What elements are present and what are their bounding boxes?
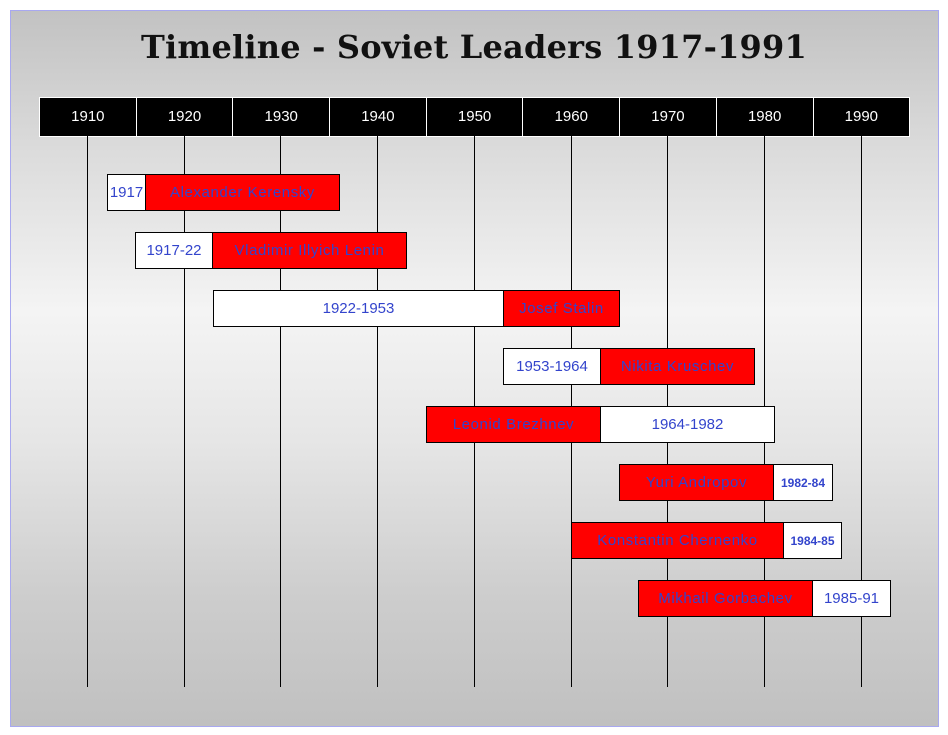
decade-label: 1960 <box>523 98 621 136</box>
leader-years-box: 1917-22 <box>135 232 213 269</box>
leader-name-box: Vladimir Illyich Lenin <box>212 232 407 269</box>
decade-label: 1980 <box>717 98 814 136</box>
decade-label: 1990 <box>844 108 879 125</box>
decade-label: 1970 <box>620 98 717 136</box>
decade-label: 1910 <box>40 98 137 136</box>
leader-name-box: Josef Stalin <box>503 290 620 327</box>
leader-years-box: 1984-85 <box>783 522 842 559</box>
leader-name-box: Nikita Kruschev <box>600 348 755 385</box>
leader-years-box: 1985-91 <box>812 580 891 617</box>
decade-header: 1910 1920 1930 1940 1950 1960 1970 1980 … <box>39 97 911 137</box>
decade-gridline <box>184 136 185 687</box>
decade-gridline <box>377 136 378 687</box>
leader-years-box: 1917 <box>107 174 146 211</box>
leader-name-box: Yuri Andropov <box>619 464 774 501</box>
decade-gridline <box>280 136 281 687</box>
decade-label: 1940 <box>330 98 427 136</box>
leader-name-box: Leonid Brezhnev <box>426 406 601 443</box>
decade-label: 1920 <box>137 98 234 136</box>
leader-name-box: Mikhail Gorbachev <box>638 580 813 617</box>
leader-years-box: 1922-1953 <box>213 290 504 327</box>
decade-label: 1930 <box>233 98 331 136</box>
leader-years-box: 1953-1964 <box>503 348 601 385</box>
decade-label: 1950 <box>427 98 524 136</box>
leader-name-box: Alexander Kerensky <box>145 174 340 211</box>
leader-years-box: 1982-84 <box>773 464 833 501</box>
leader-name-box: Konstantin Chernenko <box>571 522 784 559</box>
page-title: Timeline - Soviet Leaders 1917-1991 <box>141 28 807 66</box>
leader-years-box: 1964-1982 <box>600 406 775 443</box>
decade-gridline <box>87 136 88 687</box>
